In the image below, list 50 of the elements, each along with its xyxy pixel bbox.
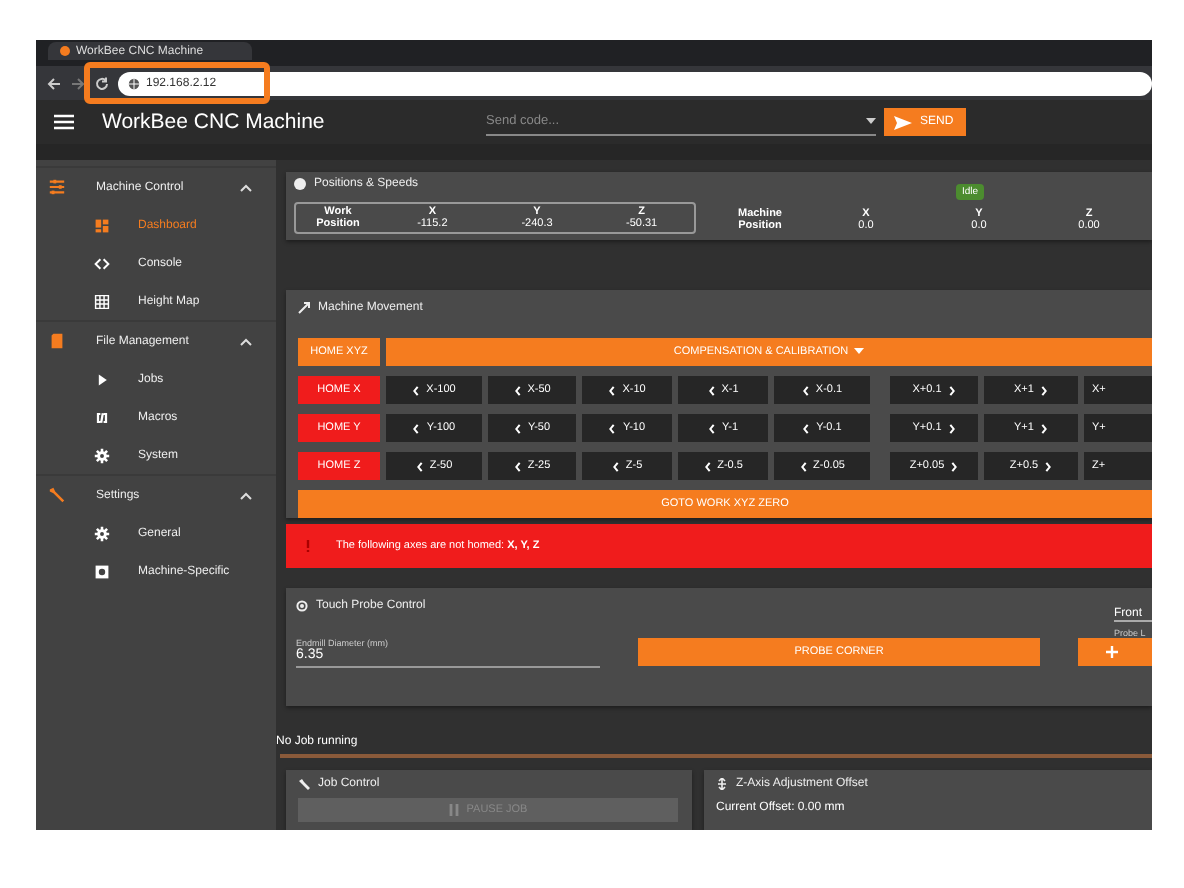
wrench-icon [298, 778, 310, 790]
chip-icon [94, 563, 110, 579]
file-icon [48, 332, 66, 350]
dropdown-caret-icon [866, 117, 876, 125]
reload-icon[interactable] [94, 75, 110, 91]
chevron-left-icon [707, 385, 716, 395]
warning-icon [304, 540, 312, 553]
info-icon [294, 178, 306, 190]
chevron-left-icon [415, 461, 424, 471]
favicon-icon [60, 46, 70, 56]
dropdown-caret-icon [854, 348, 865, 356]
wrench-icon [48, 486, 66, 504]
dashboard-icon [94, 217, 110, 233]
target-icon [296, 600, 308, 613]
chevron-left-icon [611, 461, 620, 471]
chevron-left-icon [608, 385, 617, 395]
app-title: WorkBee CNC Machine [102, 110, 327, 134]
menu-icon[interactable] [54, 114, 74, 130]
gear-icon [94, 525, 110, 541]
chevron-right-icon [950, 461, 959, 471]
probe-button[interactable] [1078, 638, 1152, 667]
arrows-icon [298, 302, 310, 314]
chevron-left-icon [412, 423, 421, 433]
grid-icon [94, 293, 110, 309]
chevron-left-icon [513, 461, 522, 471]
chevron-right-icon [1039, 385, 1048, 395]
sliders-icon [48, 178, 66, 196]
chevron-left-icon [513, 385, 522, 395]
gear-icon [94, 447, 110, 463]
chevron-left-icon [801, 385, 810, 395]
chevron-left-icon [608, 423, 617, 433]
chevron-left-icon [799, 461, 808, 471]
plus-icon [1106, 646, 1118, 659]
chevron-left-icon [412, 385, 421, 395]
back-icon[interactable] [46, 75, 62, 91]
chevron-right-icon [1039, 423, 1048, 433]
pause-icon [448, 804, 461, 816]
play-icon [94, 371, 110, 387]
chevron-right-icon [947, 423, 956, 433]
chevron-right-icon [947, 385, 956, 395]
chevron-left-icon [703, 461, 712, 471]
chevron-left-icon [513, 423, 522, 433]
chevron-left-icon [707, 423, 716, 433]
chevron-right-icon [1044, 461, 1053, 471]
vertical-arrows-icon [716, 778, 728, 790]
code-icon [94, 255, 110, 271]
forward-icon[interactable] [70, 75, 86, 91]
globe-icon [128, 77, 140, 89]
chevron-left-icon [802, 423, 811, 433]
send-icon [894, 115, 912, 129]
